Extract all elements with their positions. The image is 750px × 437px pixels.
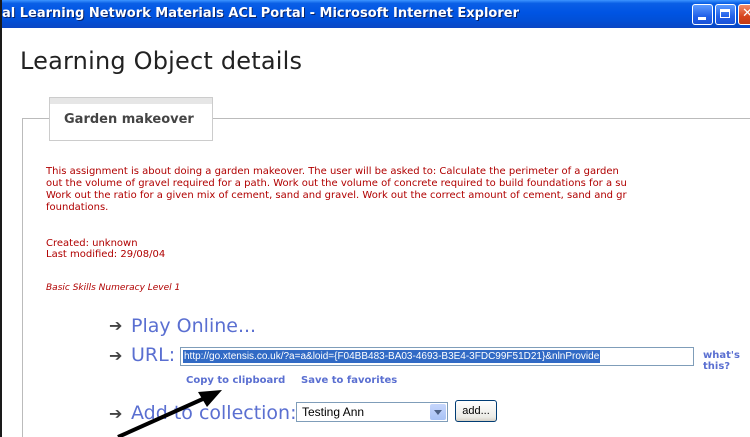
pointer-arrow-icon <box>117 390 222 437</box>
